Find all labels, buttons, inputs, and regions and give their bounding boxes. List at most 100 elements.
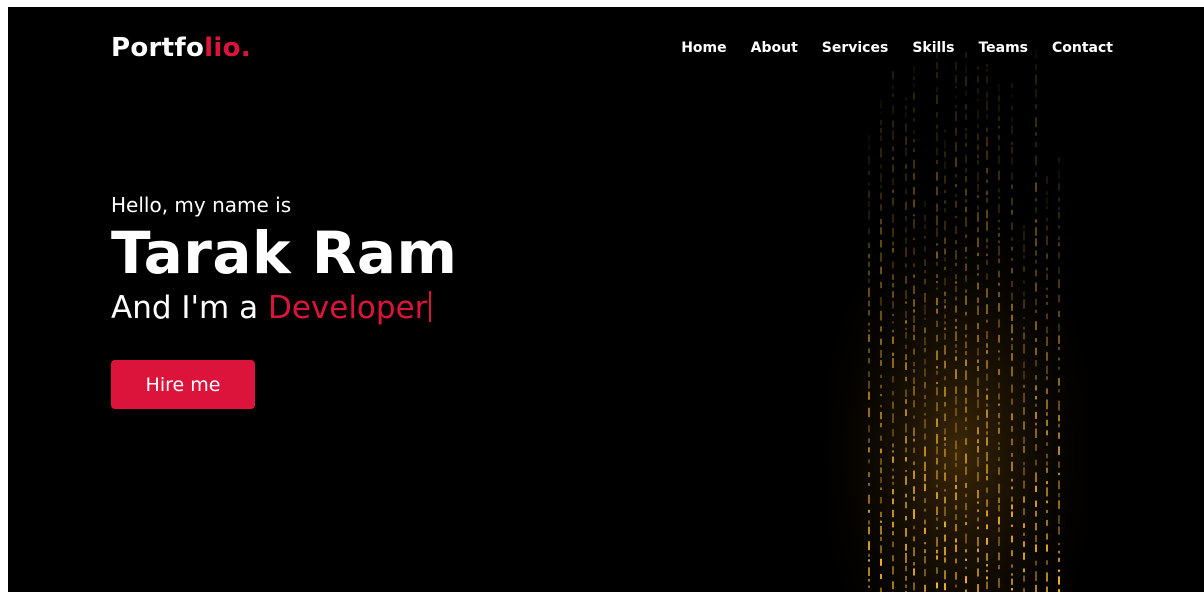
stream-segment (944, 496, 946, 504)
stream-segment (913, 400, 915, 408)
stream-segment (998, 319, 1000, 328)
stream-segment (868, 334, 870, 342)
hero-section: Hello, my name is Tarak Ram And I'm a De… (111, 192, 457, 328)
stream-segment (913, 415, 915, 419)
stream-segment (868, 190, 870, 199)
stream-segment (1023, 299, 1025, 309)
stream-segment (905, 575, 907, 581)
stream-segment (936, 334, 938, 342)
stream-segment (1011, 197, 1013, 206)
stream-segment (905, 376, 907, 382)
stream-segment (1023, 445, 1025, 453)
stream-segment (944, 257, 946, 262)
stream-segment (965, 167, 967, 173)
stream-segment (1046, 287, 1048, 291)
stream-segment (977, 237, 979, 248)
stream-segment (1011, 209, 1013, 215)
stream-segment (936, 402, 938, 412)
stream-segment (977, 584, 979, 592)
stream-segment (936, 434, 938, 444)
stream-segment (892, 93, 894, 97)
stream-segment (986, 100, 988, 111)
stream-segment (965, 104, 967, 110)
stream-segment (1046, 388, 1048, 394)
stream-segment (1046, 412, 1048, 416)
stream-segment (998, 282, 1000, 286)
stream-segment (880, 384, 882, 389)
stream-segment (986, 537, 988, 545)
stream-segment (905, 436, 907, 444)
stream-segment (913, 118, 915, 122)
stream-segment (1058, 472, 1060, 476)
stream-segment (892, 214, 894, 223)
nav-contact[interactable]: Contact (1052, 40, 1113, 56)
nav-home[interactable]: Home (681, 40, 726, 56)
stream-segment (986, 75, 988, 84)
stream-segment (955, 396, 957, 405)
stream-segment (1035, 321, 1037, 331)
stream-segment (1058, 400, 1060, 411)
stream-segment (924, 201, 926, 208)
stream-segment (924, 413, 926, 416)
stream-segment (955, 514, 957, 520)
stream-segment (955, 492, 957, 501)
stream-segment (1046, 500, 1048, 504)
stream-segment (913, 299, 915, 307)
stream-segment (955, 452, 957, 461)
stream-segment (1023, 266, 1025, 272)
stream-segment (1046, 399, 1048, 410)
stream-segment (1058, 212, 1060, 219)
stream-segment (977, 456, 979, 467)
stream-segment (892, 301, 894, 309)
stream-segment (1035, 338, 1037, 342)
stream-segment (868, 483, 870, 486)
nav-about[interactable]: About (751, 40, 798, 56)
stream-segment (880, 477, 882, 484)
logo[interactable]: Portfolio. (111, 33, 251, 63)
stream-segment (977, 501, 979, 504)
stream-segment (955, 157, 957, 167)
stream-segment (955, 285, 957, 293)
stream-segment (913, 562, 915, 566)
stream-segment (1023, 532, 1025, 536)
stream-segment (913, 247, 915, 255)
stream-segment (868, 270, 870, 276)
stream-segment (924, 498, 926, 504)
stream-segment (913, 369, 915, 373)
stream-segment (944, 200, 946, 204)
nav-teams[interactable]: Teams (978, 40, 1028, 56)
stream-segment (944, 220, 946, 231)
stream-segment (924, 402, 926, 407)
stream-segment (1046, 267, 1048, 271)
stream-segment (955, 484, 957, 490)
stream-segment (936, 537, 938, 547)
stream-segment (1011, 564, 1013, 568)
stream-segment (986, 114, 988, 120)
stream-segment (986, 373, 988, 381)
stream-segment (1058, 236, 1060, 241)
stream-segment (986, 319, 988, 323)
stream-segment (905, 275, 907, 284)
stream-segment (1011, 461, 1013, 472)
stream-segment (936, 370, 938, 375)
stream-segment (1046, 301, 1048, 305)
nav-services[interactable]: Services (822, 40, 889, 56)
nav-skills[interactable]: Skills (912, 40, 954, 56)
hire-me-button[interactable]: Hire me (111, 360, 255, 409)
stream-segment (1035, 182, 1037, 192)
stream-segment (924, 317, 926, 320)
hero-role: And I'm a Developer (111, 288, 457, 328)
stream-segment (868, 371, 870, 377)
stream-segment (892, 189, 894, 193)
stream-segment (905, 501, 907, 509)
stream-segment (986, 403, 988, 407)
stream-segment (977, 509, 979, 512)
stream-segment (913, 470, 915, 479)
stream-segment (955, 572, 957, 580)
stream-segment (1011, 94, 1013, 98)
stream-segment (1058, 389, 1060, 393)
stream-segment (986, 331, 988, 340)
stream-segment (936, 261, 938, 266)
stream-segment (998, 291, 1000, 298)
stream-segment (986, 464, 988, 474)
